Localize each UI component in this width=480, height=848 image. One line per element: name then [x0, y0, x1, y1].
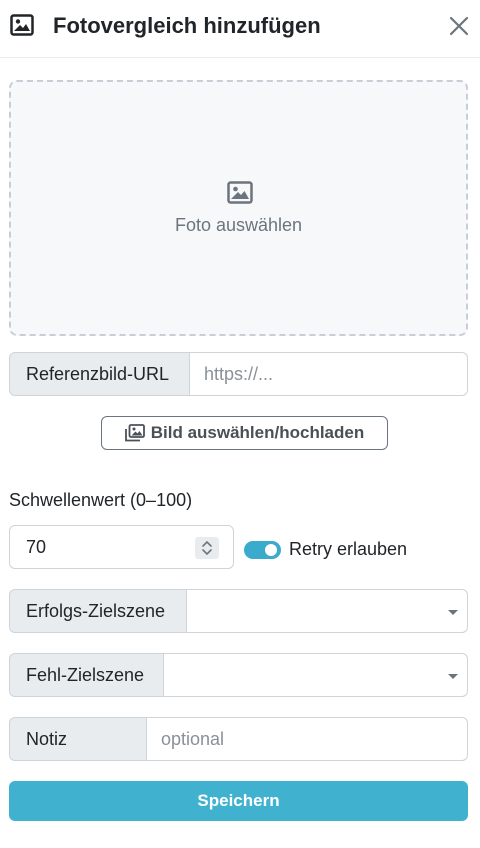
close-icon[interactable]: [447, 14, 471, 38]
fail-scene-label: Fehl-Zielszene: [9, 653, 164, 697]
image-icon: [227, 181, 253, 204]
chevron-down-icon: [448, 674, 458, 679]
reference-url-label: Referenzbild-URL: [9, 352, 190, 396]
note-group: Notiz: [9, 717, 468, 761]
toggle-knob: [265, 544, 277, 556]
note-input[interactable]: [147, 717, 468, 761]
images-icon: [124, 424, 145, 442]
success-scene-group: Erfolgs-Zielszene: [9, 589, 468, 633]
save-button[interactable]: Speichern: [9, 781, 468, 821]
modal-header: Fotovergleich hinzufügen: [0, 0, 480, 58]
threshold-input[interactable]: 70: [9, 525, 234, 569]
retry-label: Retry erlauben: [289, 539, 408, 559]
success-scene-select[interactable]: [187, 589, 468, 633]
threshold-label: Schwellenwert (0–100): [9, 490, 193, 510]
number-spinner[interactable]: [195, 537, 219, 559]
fail-scene-select[interactable]: [164, 653, 468, 697]
retry-toggle[interactable]: [244, 541, 281, 559]
threshold-value: 70: [26, 537, 47, 557]
note-label: Notiz: [9, 717, 147, 761]
chevron-down-icon: [448, 610, 458, 615]
dropzone-label: Foto auswählen: [174, 215, 303, 235]
reference-url-input[interactable]: [190, 352, 468, 396]
fail-scene-group: Fehl-Zielszene: [9, 653, 468, 697]
upload-image-button-label: Bild auswählen/hochladen: [150, 423, 365, 442]
photo-dropzone[interactable]: Foto auswählen: [9, 80, 468, 336]
upload-image-button[interactable]: Bild auswählen/hochladen: [101, 416, 388, 450]
success-scene-label: Erfolgs-Zielszene: [9, 589, 187, 633]
reference-url-group: Referenzbild-URL: [9, 352, 468, 396]
modal-title: Fotovergleich hinzufügen: [53, 13, 321, 38]
image-icon: [10, 14, 34, 36]
